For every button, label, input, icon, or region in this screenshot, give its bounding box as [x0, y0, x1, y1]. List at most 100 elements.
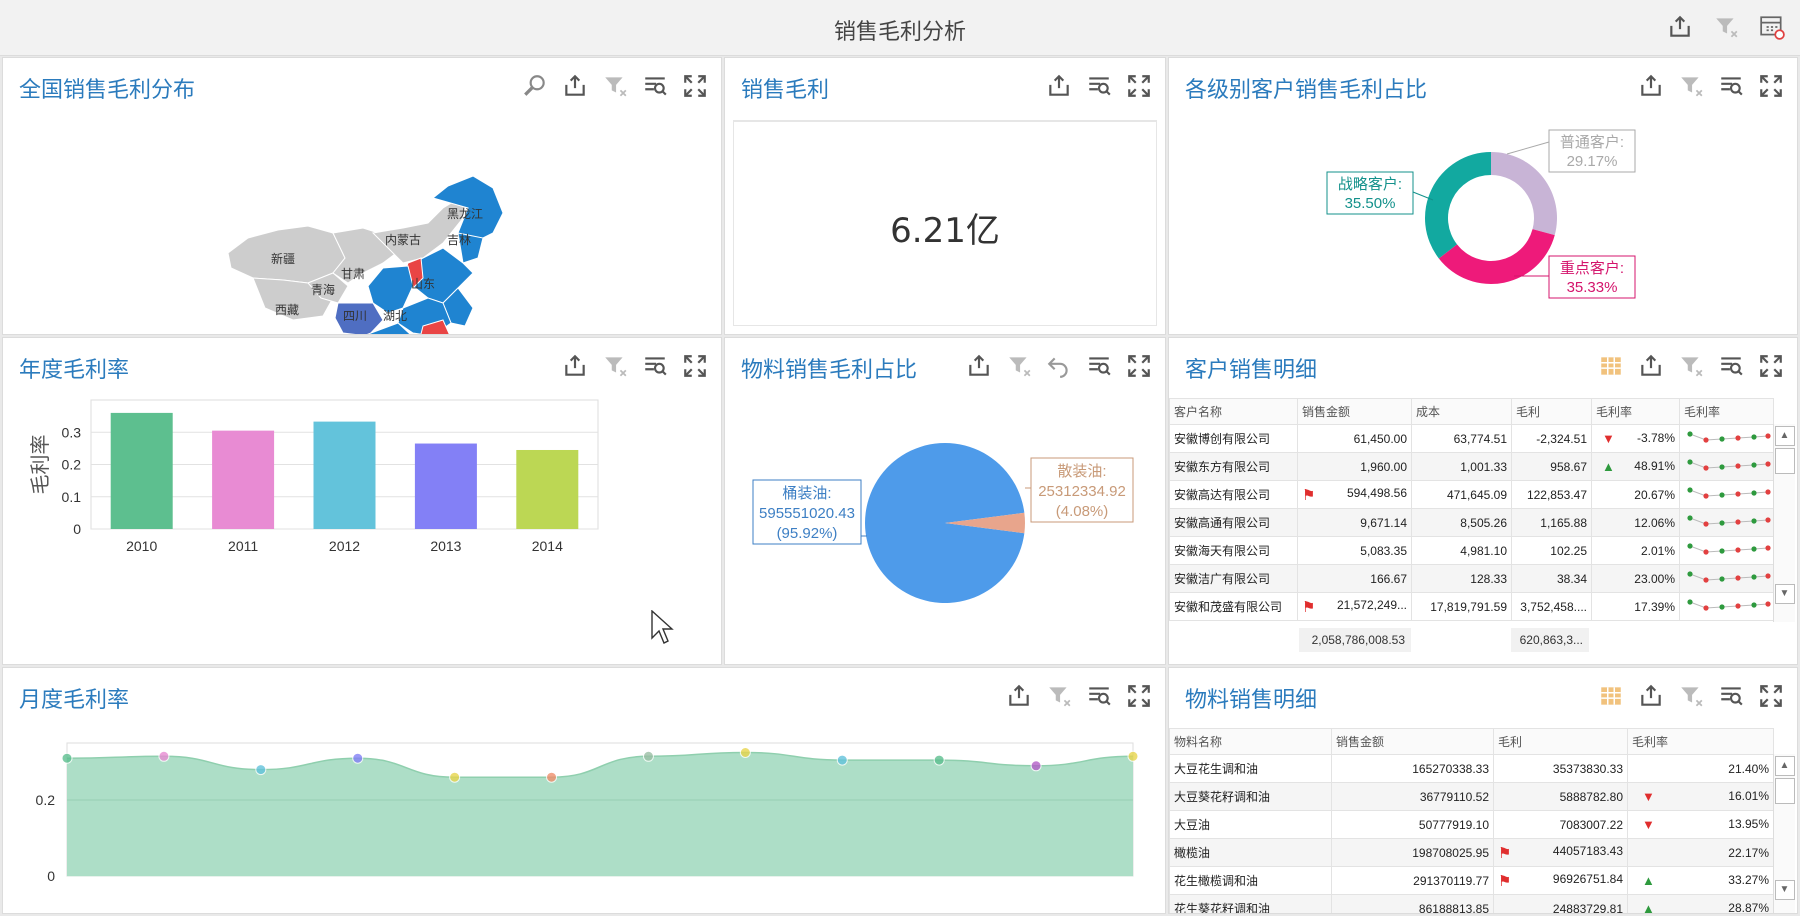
area-fill [67, 752, 1133, 876]
cell-rate: 20.67% [1591, 480, 1680, 509]
panel-toolbar [1597, 352, 1785, 380]
sparkline [1687, 431, 1771, 443]
table-row[interactable]: 安徽洁广有限公司 166.67 128.33 38.34 23.00% [1169, 564, 1774, 593]
china-map[interactable]: 新疆 西藏 青海 甘肃 内蒙古 黑龙江 吉林 山东 湖北 四川 云南 广东 [3, 58, 722, 335]
column-header[interactable]: 毛利 [1493, 728, 1628, 755]
cell-name: 安徽洁广有限公司 [1169, 564, 1298, 593]
scroll-up-icon[interactable]: ▲ [1774, 756, 1795, 776]
cell-name: 安徽东方有限公司 [1169, 452, 1298, 481]
cell-rate: 22.17% [1627, 838, 1774, 867]
red-flag-icon: ⚑ [1498, 844, 1512, 862]
material-scrollbar[interactable]: ▲ ▼ [1773, 754, 1795, 913]
cell-profit: 1,165.88 [1511, 508, 1592, 537]
scroll-thumb[interactable] [1774, 448, 1795, 474]
column-header[interactable]: 毛利 [1511, 398, 1592, 425]
donut-chart[interactable]: 普通客户: 29.17% 重点客户: 35.33% 战略客户: 35.50% [1169, 58, 1798, 335]
monthly-area-chart[interactable]: 00.2 [3, 668, 1166, 914]
cell-rate: ▼ -3.78% [1591, 424, 1680, 453]
kpi-value: 6.21亿 [890, 211, 1000, 251]
columns-icon[interactable] [1597, 682, 1625, 710]
table-row[interactable]: 大豆葵花籽调和油 36779110.52 5888782.80 ▼ 16.01% [1169, 782, 1774, 811]
down-arrow-icon: ▼ [1642, 789, 1655, 804]
table-row[interactable]: 大豆油 50777919.10 7083007.22 ▼ 13.95% [1169, 810, 1774, 839]
fullscreen-icon[interactable] [1757, 682, 1785, 710]
cell-name: 安徽博创有限公司 [1169, 424, 1298, 453]
y-tick-label: 0.1 [62, 489, 82, 505]
cell-rate: ▲ 33.27% [1627, 866, 1774, 895]
export-icon[interactable] [1637, 352, 1665, 380]
sparkline [1687, 571, 1771, 583]
column-header[interactable]: 成本 [1411, 398, 1512, 425]
fullscreen-icon[interactable] [1757, 352, 1785, 380]
column-header[interactable]: 销售金额 [1331, 728, 1494, 755]
table-row[interactable]: 安徽高通有限公司 9,671.14 8,505.26 1,165.88 12.06% [1169, 508, 1774, 537]
cell-profit: ⚑ 44057183.43 [1493, 838, 1628, 867]
cell-rate: 2.01% [1591, 536, 1680, 565]
segment-name: 战略客户: [1338, 176, 1402, 193]
up-arrow-icon: ▲ [1642, 901, 1655, 914]
column-header[interactable]: 毛利率 [1591, 398, 1680, 425]
filter-list-icon[interactable] [1085, 72, 1113, 100]
x-tick-label: 2013 [430, 538, 461, 554]
filter-list-icon[interactable] [1717, 352, 1745, 380]
data-point-9 [836, 754, 848, 766]
calendar-icon[interactable] [1758, 13, 1786, 41]
scroll-down-icon[interactable]: ▼ [1774, 880, 1795, 900]
cell-sales: 198708025.95 [1331, 838, 1494, 867]
column-header[interactable]: 销售金额 [1297, 398, 1412, 425]
scroll-down-icon[interactable]: ▼ [1774, 584, 1795, 604]
cell-profit: 3,752,458.... [1511, 592, 1592, 621]
monthly-panel: 月度毛利率 0 0.2 [2, 667, 1166, 914]
cell-profit: 35373830.33 [1493, 754, 1628, 783]
filter-list-icon[interactable] [1717, 682, 1745, 710]
customer-scrollbar[interactable]: ▲ ▼ [1773, 424, 1795, 622]
table-row[interactable]: 安徽高达有限公司 ⚑ 594,498.56 471,645.09 122,853.47 2… [1169, 480, 1774, 509]
column-header[interactable]: 毛利率 [1627, 728, 1774, 755]
cell-rate: 12.06% [1591, 508, 1680, 537]
material-table: 物料名称 销售金额 毛利 毛利率 大豆花生调和油 165270338.33 3537383… [1169, 728, 1774, 914]
cell-name: 大豆花生调和油 [1169, 754, 1332, 783]
material-pie-chart[interactable]: 桶装油: 595551020.43 (95.92%) 散装油: 25312334.92 (… [725, 338, 1166, 665]
table-row[interactable]: 花生橄榄调和油 291370119.77 ⚑ 96926751.84 ▲ 33.27% [1169, 866, 1774, 895]
table-row[interactable]: 安徽博创有限公司 61,450.00 63,774.51 -2,324.51 ▼ -3.7… [1169, 424, 1774, 453]
slice-pct: (4.08%) [1056, 503, 1109, 520]
export-icon[interactable] [1045, 72, 1073, 100]
export-icon[interactable] [1637, 682, 1665, 710]
down-arrow-icon: ▼ [1642, 817, 1655, 832]
table-row[interactable]: 安徽东方有限公司 1,960.00 1,001.33 958.67 ▲ 48.91% [1169, 452, 1774, 481]
scroll-thumb[interactable] [1774, 778, 1795, 804]
columns-icon[interactable] [1597, 352, 1625, 380]
table-row[interactable]: 大豆花生调和油 165270338.33 35373830.33 21.40% [1169, 754, 1774, 783]
fullscreen-icon[interactable] [1125, 72, 1153, 100]
table-row[interactable]: 花生葵花籽调和油 86188813.85 24883729.81 ▲ 28.87% [1169, 894, 1774, 914]
scroll-up-icon[interactable]: ▲ [1774, 426, 1795, 446]
clear-filter-icon[interactable] [1677, 682, 1705, 710]
svg-text:青海: 青海 [311, 282, 335, 297]
cell-sparkline [1679, 592, 1774, 621]
total-sales: 2,058,786,008.53 [1299, 628, 1411, 652]
data-point-5 [449, 771, 461, 783]
table-row[interactable]: 橄榄油 198708025.95 ⚑ 44057183.43 22.17% [1169, 838, 1774, 867]
column-header[interactable]: 客户名称 [1169, 398, 1298, 425]
cell-profit: -2,324.51 [1511, 424, 1592, 453]
y-tick-label: 0.2 [36, 792, 56, 808]
cell-sales: ⚑ 21,572,249... [1297, 592, 1412, 621]
cell-sales: 9,671.14 [1297, 508, 1412, 537]
segment-name: 重点客户: [1560, 260, 1624, 277]
bar-2010 [110, 412, 173, 529]
clear-filter-icon[interactable] [1712, 13, 1740, 41]
annual-bar-chart[interactable]: 0 0.1 0.2 0.3 毛利率 2010 2011 2012 2013 2014 [3, 338, 722, 665]
cell-sparkline [1679, 480, 1774, 509]
panel-toolbar [1045, 72, 1153, 100]
clear-filter-icon[interactable] [1677, 352, 1705, 380]
table-row[interactable]: 安徽和茂盛有限公司 ⚑ 21,572,249... 17,819,791.59 3,75… [1169, 592, 1774, 621]
y-tick-label: 0 [73, 521, 81, 537]
cell-cost: 1,001.33 [1411, 452, 1512, 481]
column-header[interactable]: 毛利率 [1679, 398, 1774, 425]
table-row[interactable]: 安徽海天有限公司 5,083.35 4,981.10 102.25 2.01% [1169, 536, 1774, 565]
cell-cost: 17,819,791.59 [1411, 592, 1512, 621]
export-icon[interactable] [1666, 13, 1694, 41]
column-header[interactable]: 物料名称 [1169, 728, 1332, 755]
red-flag-icon: ⚑ [1302, 486, 1316, 504]
cell-sales: 166.67 [1297, 564, 1412, 593]
